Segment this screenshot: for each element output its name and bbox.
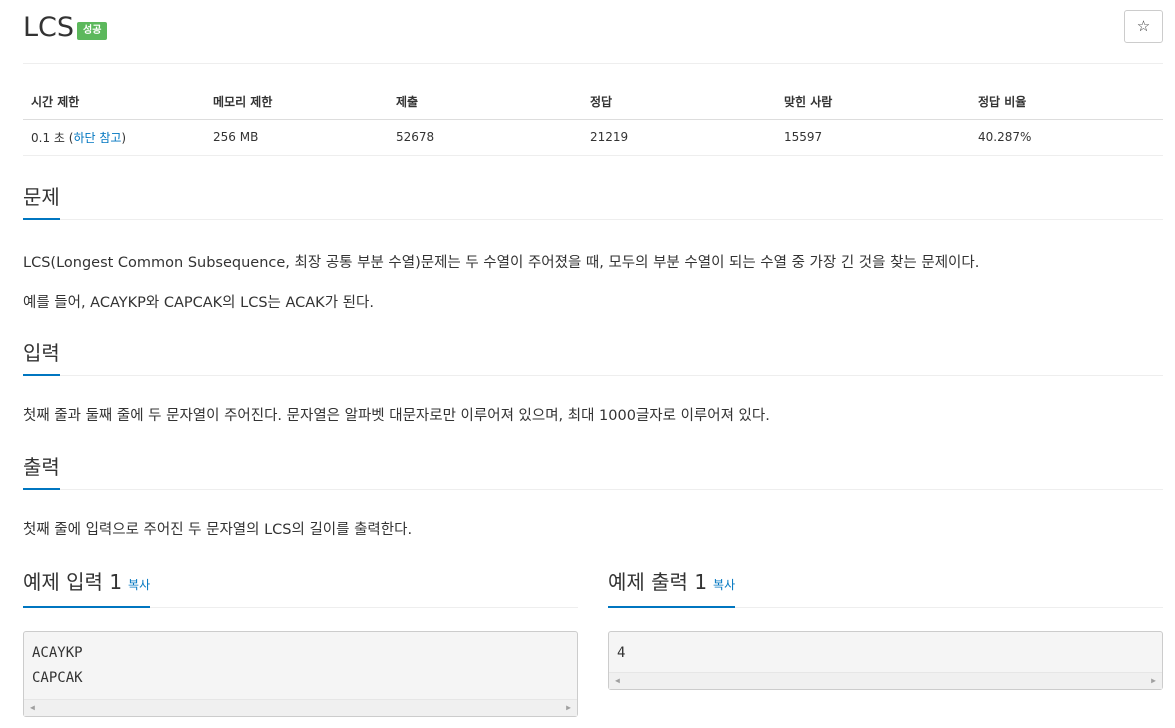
output-section-header: 출력	[23, 454, 1163, 490]
submissions-cell: 52678	[388, 119, 582, 156]
scroll-right-icon[interactable]: ▶	[1151, 676, 1156, 685]
header-memory-limit: 메모리 제한	[205, 82, 388, 120]
horizontal-scrollbar[interactable]: ◀ ▶	[609, 672, 1162, 689]
sample-input-header: 예제 입력 1 복사	[23, 569, 578, 608]
sample-input-title-text: 예제 입력 1	[23, 570, 123, 594]
time-limit-value: 0.1 초 (	[31, 130, 74, 145]
problem-section-title: 문제	[23, 184, 60, 220]
star-button[interactable]: ☆	[1124, 10, 1163, 43]
input-description: 첫째 줄과 둘째 줄에 두 문자열이 주어진다. 문자열은 알파벳 대문자로만 …	[23, 408, 770, 424]
sample-input-line: CAPCAK	[32, 670, 83, 686]
sample-input-title: 예제 입력 1 복사	[23, 569, 151, 608]
star-icon: ☆	[1136, 17, 1151, 35]
scroll-right-icon[interactable]: ▶	[566, 703, 571, 712]
problem-header: LCS 성공 ☆	[23, 8, 1163, 64]
input-section-header: 입력	[23, 340, 1163, 376]
scroll-left-icon[interactable]: ◀	[615, 676, 620, 685]
table-header-row: 시간 제한 메모리 제한 제출 정답 맞힌 사람 정답 비율	[23, 82, 1163, 120]
memory-limit-cell: 256 MB	[205, 119, 388, 156]
sample-output-box[interactable]: 4 ◀ ▶	[608, 631, 1163, 690]
scroll-left-icon[interactable]: ◀	[30, 703, 35, 712]
time-limit-cell: 0.1 초 (하단 참고)	[23, 119, 205, 156]
problem-info-table: 시간 제한 메모리 제한 제출 정답 맞힌 사람 정답 비율 0.1 초 (하단…	[23, 82, 1163, 156]
problem-description-p1: LCS(Longest Common Subsequence, 최장 공통 부분…	[23, 255, 980, 271]
solved-users-cell: 15597	[776, 119, 970, 156]
problem-title: LCS	[23, 12, 75, 43]
sample-input-line: ACAYKP	[32, 645, 83, 661]
header-ratio: 정답 비율	[970, 82, 1163, 120]
copy-sample-input-button[interactable]: 복사	[128, 578, 150, 592]
sample-input-box[interactable]: ACAYKP CAPCAK ◀ ▶	[23, 631, 578, 717]
output-section-title: 출력	[23, 454, 60, 490]
horizontal-scrollbar[interactable]: ◀ ▶	[24, 699, 577, 716]
header-time-limit: 시간 제한	[23, 82, 205, 120]
status-badge: 성공	[77, 22, 108, 40]
header-solved-users: 맞힌 사람	[776, 82, 970, 120]
input-section-title: 입력	[23, 340, 60, 376]
sample-output-line: 4	[617, 645, 626, 661]
time-limit-close: )	[121, 130, 127, 145]
problem-description-p2: 예를 들어, ACAYKP와 CAPCAK의 LCS는 ACAK가 된다.	[23, 295, 374, 311]
sample-output-title-text: 예제 출력 1	[608, 570, 708, 594]
header-accepted: 정답	[582, 82, 776, 120]
accepted-cell: 21219	[582, 119, 776, 156]
header-submissions: 제출	[388, 82, 582, 120]
output-description: 첫째 줄에 입력으로 주어진 두 문자열의 LCS의 길이를 출력한다.	[23, 522, 413, 538]
table-row: 0.1 초 (하단 참고) 256 MB 52678 21219 15597 4…	[23, 119, 1163, 156]
copy-sample-output-button[interactable]: 복사	[713, 578, 735, 592]
problem-section-header: 문제	[23, 184, 1163, 220]
time-limit-note-link[interactable]: 하단 참고	[73, 131, 121, 145]
ratio-cell: 40.287%	[970, 119, 1163, 156]
sample-output-header: 예제 출력 1 복사	[608, 569, 1163, 608]
sample-output-title: 예제 출력 1 복사	[608, 569, 736, 608]
